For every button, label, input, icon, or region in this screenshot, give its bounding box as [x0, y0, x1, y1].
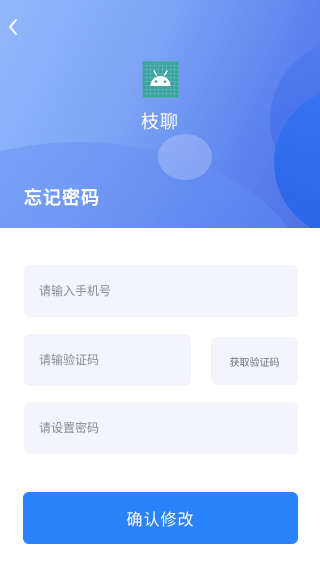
chevron-left-icon: [9, 19, 17, 35]
app-name: 枝聊: [141, 112, 179, 133]
decorative-bubble: [158, 134, 212, 180]
app-logo: [142, 61, 179, 98]
password-field[interactable]: [24, 402, 298, 454]
page-title: 忘记密码: [24, 188, 100, 209]
android-icon: [150, 70, 171, 86]
confirm-change-button[interactable]: 确认修改: [23, 492, 298, 544]
get-code-button[interactable]: 获取验证码: [211, 337, 298, 385]
password-input[interactable]: [24, 402, 298, 454]
verification-code-input[interactable]: [24, 334, 191, 386]
phone-input[interactable]: [24, 265, 298, 317]
phone-field[interactable]: [24, 265, 298, 317]
verification-code-field[interactable]: [24, 334, 191, 386]
header-banner: 枝聊 忘记密码: [0, 0, 320, 228]
back-button[interactable]: [2, 16, 24, 38]
